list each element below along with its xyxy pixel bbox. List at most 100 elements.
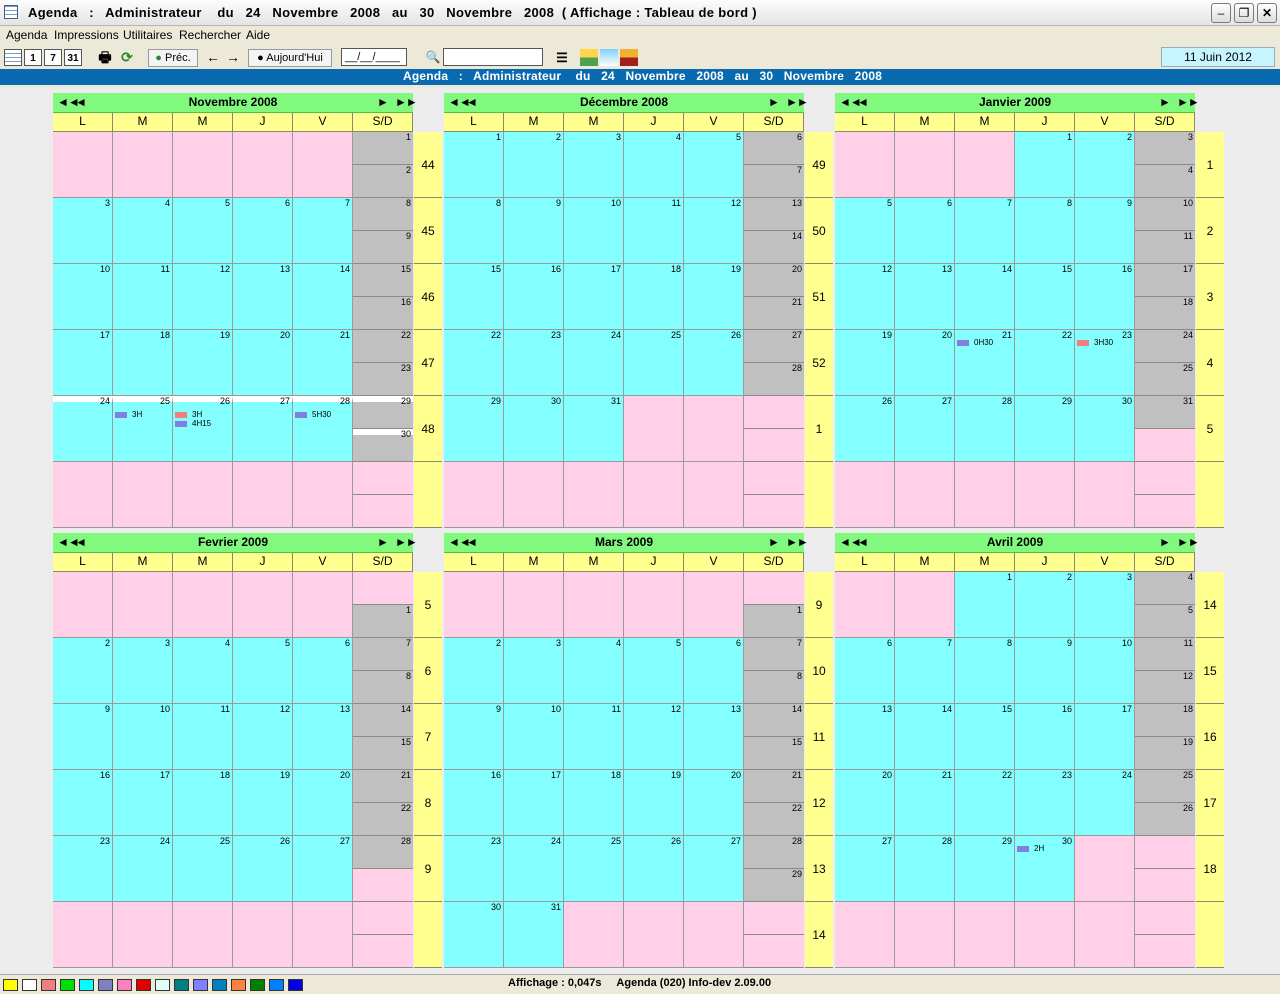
saturday-cell[interactable]: 1 — [353, 132, 413, 165]
sunday-cell[interactable]: 1 — [744, 605, 804, 638]
day-cell[interactable]: 3 — [1075, 572, 1135, 638]
day-cell[interactable]: 26 — [684, 330, 744, 396]
day-cell[interactable]: 14 — [293, 264, 353, 330]
day-cell[interactable] — [444, 572, 504, 638]
sunday-cell[interactable]: 29 — [744, 869, 804, 902]
day-cell[interactable]: 20 — [835, 770, 895, 836]
day-cell[interactable]: 28 — [955, 396, 1015, 462]
sunday-cell[interactable] — [353, 495, 413, 528]
day-cell[interactable]: 30 — [1075, 396, 1135, 462]
sunday-cell[interactable]: 9 — [353, 231, 413, 264]
color-swatch[interactable] — [250, 979, 265, 991]
day-cell[interactable]: 18 — [113, 330, 173, 396]
color-swatch[interactable] — [231, 979, 246, 991]
event-marker[interactable]: 3H — [175, 410, 202, 419]
weekend-cell[interactable] — [1135, 462, 1195, 528]
day-cell[interactable]: 25 3H — [113, 396, 173, 462]
weekend-cell[interactable] — [353, 902, 413, 968]
weekend-cell[interactable] — [1135, 902, 1195, 968]
day-cell[interactable]: 10 — [113, 704, 173, 770]
day-cell[interactable]: 20 — [233, 330, 293, 396]
weekend-cell[interactable]: 31 — [1135, 396, 1195, 462]
day-cell[interactable] — [173, 462, 233, 528]
day-cell[interactable] — [624, 462, 684, 528]
saturday-cell[interactable] — [1135, 902, 1195, 935]
saturday-cell[interactable]: 31 — [1135, 396, 1195, 429]
sunday-cell[interactable]: 18 — [1135, 297, 1195, 330]
color-swatch[interactable] — [117, 979, 132, 991]
color-swatch[interactable] — [155, 979, 170, 991]
day-cell[interactable]: 15 — [444, 264, 504, 330]
day-cell[interactable]: 30 2H — [1015, 836, 1075, 902]
day-cell[interactable]: 13 — [293, 704, 353, 770]
arrow-right-icon[interactable]: → — [224, 49, 242, 66]
day-cell[interactable]: 3 — [504, 638, 564, 704]
color-swatch[interactable] — [212, 979, 227, 991]
day-cell[interactable]: 12 — [835, 264, 895, 330]
day-cell[interactable]: 20 — [293, 770, 353, 836]
day-cell[interactable] — [173, 132, 233, 198]
sunday-cell[interactable]: 5 — [1135, 605, 1195, 638]
menu-agenda[interactable]: Agenda — [6, 28, 47, 42]
nav-next-icon[interactable]: ► — [377, 535, 389, 549]
weekend-cell[interactable]: 17 18 — [1135, 264, 1195, 330]
sunday-cell[interactable] — [744, 429, 804, 462]
weekend-cell[interactable]: 21 22 — [353, 770, 413, 836]
day-cell[interactable] — [955, 902, 1015, 968]
day-cell[interactable] — [53, 572, 113, 638]
day-cell[interactable]: 27 — [835, 836, 895, 902]
day-cell[interactable] — [1015, 902, 1075, 968]
day-cell[interactable]: 9 — [444, 704, 504, 770]
day-cell[interactable]: 19 — [173, 330, 233, 396]
day-cell[interactable]: 5 — [233, 638, 293, 704]
day-cell[interactable]: 24 — [53, 396, 113, 462]
sunday-cell[interactable]: 8 — [744, 671, 804, 704]
weekend-cell[interactable]: 20 21 — [744, 264, 804, 330]
day-cell[interactable] — [955, 462, 1015, 528]
weekend-cell[interactable]: 34 — [1135, 132, 1195, 198]
nav-next-icon[interactable]: ► — [768, 535, 780, 549]
weekend-cell[interactable]: 14 15 — [353, 704, 413, 770]
day-cell[interactable] — [684, 902, 744, 968]
day-cell[interactable]: 4 — [624, 132, 684, 198]
day-cell[interactable]: 5 — [173, 198, 233, 264]
weekend-cell[interactable]: 78 — [744, 638, 804, 704]
day-cell[interactable]: 16 — [53, 770, 113, 836]
saturday-cell[interactable]: 14 — [744, 704, 804, 737]
day-cell[interactable]: 9 — [504, 198, 564, 264]
day-cell[interactable]: 21 — [293, 330, 353, 396]
day-cell[interactable]: 5 — [684, 132, 744, 198]
saturday-cell[interactable] — [353, 572, 413, 605]
saturday-cell[interactable]: 8 — [353, 198, 413, 231]
today-button[interactable]: ● Aujourd'Hui — [248, 49, 332, 67]
day-cell[interactable] — [895, 462, 955, 528]
day-cell[interactable] — [113, 572, 173, 638]
day-cell[interactable]: 10 — [504, 704, 564, 770]
saturday-cell[interactable]: 7 — [744, 638, 804, 671]
day-cell[interactable]: 9 — [1015, 638, 1075, 704]
saturday-cell[interactable]: 21 — [353, 770, 413, 803]
day-cell[interactable]: 6 — [684, 638, 744, 704]
saturday-cell[interactable]: 18 — [1135, 704, 1195, 737]
nav-last-icon[interactable]: ►► — [786, 535, 809, 549]
day-cell[interactable]: 30 — [444, 902, 504, 968]
day-cell[interactable] — [1015, 462, 1075, 528]
sunday-cell[interactable]: 2 — [353, 165, 413, 198]
day-cell[interactable]: 14 — [895, 704, 955, 770]
day-cell[interactable]: 23 — [504, 330, 564, 396]
minimize-button[interactable]: – — [1211, 3, 1231, 23]
saturday-cell[interactable]: 11 — [1135, 638, 1195, 671]
day-cell[interactable]: 15 — [1015, 264, 1075, 330]
weekend-cell[interactable]: 28 29 — [744, 836, 804, 902]
day-cell[interactable] — [444, 462, 504, 528]
color-swatch[interactable] — [3, 979, 18, 991]
day-cell[interactable]: 19 — [684, 264, 744, 330]
search-input[interactable] — [443, 48, 543, 66]
day-cell[interactable] — [173, 572, 233, 638]
prev-button[interactable]: ● Préc. — [148, 49, 198, 67]
sunday-cell[interactable]: 11 — [1135, 231, 1195, 264]
sunday-cell[interactable]: 1 — [353, 605, 413, 638]
day-cell[interactable]: 12 — [173, 264, 233, 330]
day-cell[interactable] — [53, 902, 113, 968]
sunday-cell[interactable]: 7 — [744, 165, 804, 198]
